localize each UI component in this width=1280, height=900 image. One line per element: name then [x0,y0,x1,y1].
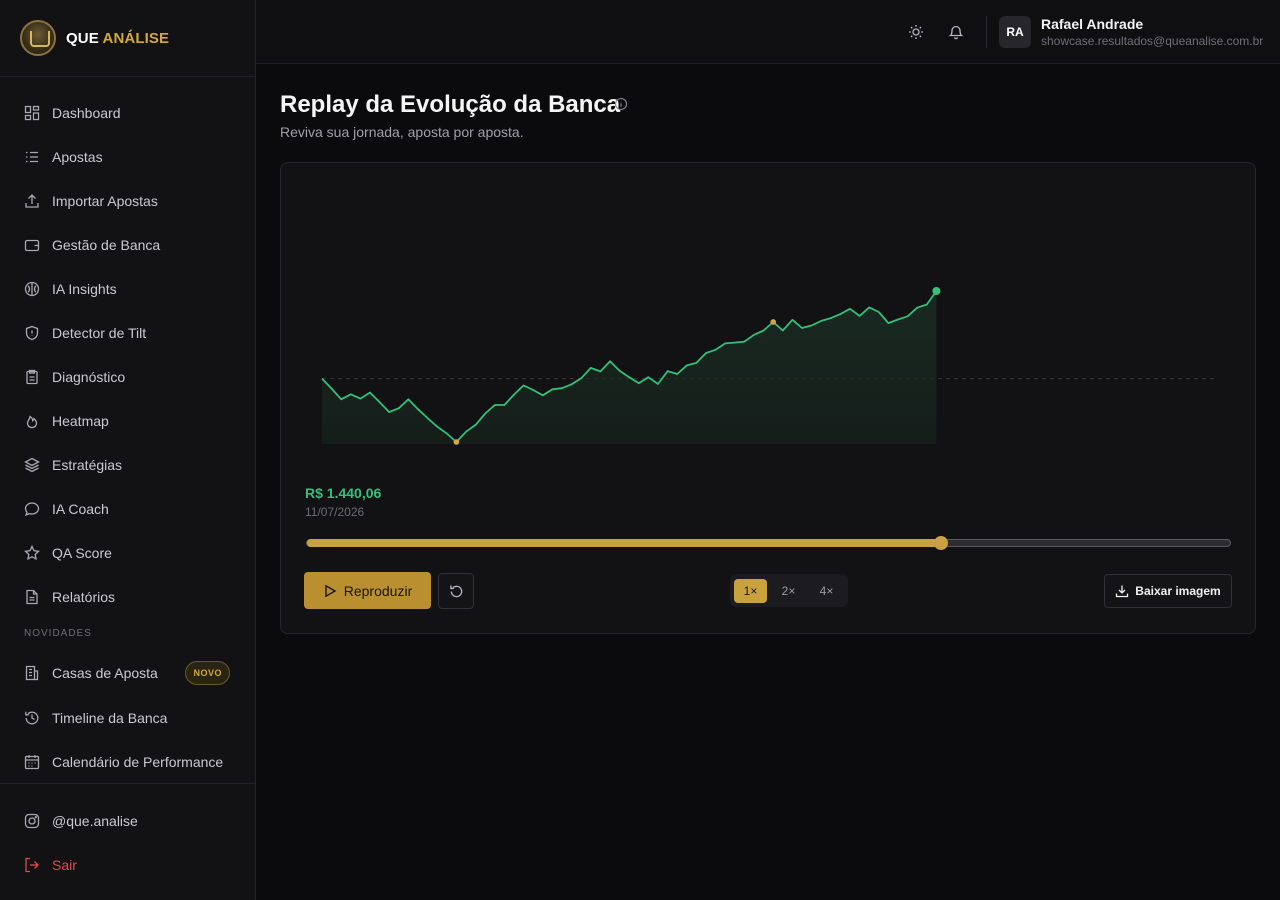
play-label: Reproduzir [343,582,413,599]
play-icon [325,584,337,597]
page-title: Replay da Evolução da Banca [280,91,621,118]
clipboard-icon [26,369,38,385]
dashboard-icon [24,105,40,121]
sidebar-item-label: Importar Apostas [52,193,158,209]
sidebar-item-label: Detector de Tilt [52,325,147,341]
flame-icon [26,415,38,429]
bankroll-chart [321,287,1215,445]
slider-thumb[interactable] [933,536,948,550]
peak-point-marker [770,319,776,325]
sidebar-item-label: Relatórios [52,589,116,605]
sidebar-item-label: Heatmap [52,413,109,429]
brand-name: QUE ANÁLISE [66,30,169,47]
brand[interactable]: QUE ANÁLISE [0,0,255,77]
current-point-marker [932,287,941,295]
wallet-icon [24,239,40,252]
sidebar-item-gestao-de-banca[interactable]: Gestão de Banca [0,223,255,267]
reset-icon [449,584,462,597]
page-subtitle: Reviva sua jornada, aposta por aposta. [280,124,524,140]
bell-icon[interactable] [948,24,964,40]
user-email: showcase.resultados@queanalise.com.br [1041,34,1264,48]
sidebar-item-heatmap[interactable]: Heatmap [0,399,255,443]
file-icon [26,589,38,605]
list-icon [26,151,38,163]
logout-button[interactable]: Sair [0,843,255,887]
chat-icon [24,502,40,517]
sidebar-item-label: QA Score [52,545,112,561]
sidebar-item-label: Gestão de Banca [52,237,161,253]
history-icon [25,711,39,725]
info-icon[interactable] [614,97,628,111]
sidebar-item-calendario-de-performance[interactable]: Calendário de Performance [0,740,255,784]
sidebar-item-importar-apostas[interactable]: Importar Apostas [0,179,255,223]
sidebar-item-label: Estratégias [52,457,123,473]
reset-button[interactable] [438,573,474,609]
instagram-icon [24,813,40,829]
replay-card: R$ 1.440,06 11/07/2026 Reproduzir 1× 2× … [280,162,1256,634]
sidebar-nav: Dashboard Apostas Importar Apostas Gestã… [0,91,255,784]
sidebar-item-diagnostico[interactable]: Diagnóstico [0,355,255,399]
slider-fill [307,539,941,547]
speed-selector: 1× 2× 4× [730,574,848,607]
brain-icon [24,281,40,297]
sidebar-item-label: IA Coach [52,501,109,517]
download-label: Baixar imagem [1135,584,1221,598]
user-name: Rafael Andrade [1041,16,1144,32]
logout-icon [25,857,39,873]
sidebar-item-relatorios[interactable]: Relatórios [0,575,255,619]
top-header: RA Rafael Andrade showcase.resultados@qu… [256,0,1280,64]
brand-part1: QUE [66,29,99,47]
sidebar-item-timeline-da-banca[interactable]: Timeline da Banca [0,696,255,740]
sidebar-item-label: Calendário de Performance [52,754,224,770]
logo-icon [20,20,56,56]
star-icon [24,545,40,561]
new-badge: NOVO [185,660,230,685]
download-icon [1116,585,1129,598]
current-bank-value: R$ 1.440,06 [305,485,382,501]
avatar[interactable]: RA [999,16,1031,48]
current-date: 11/07/2026 [305,505,365,519]
sidebar-item-apostas[interactable]: Apostas [0,135,255,179]
sidebar-item-casas-de-aposta[interactable]: Casas de Aposta NOVO [0,649,255,696]
section-label-novidades: NOVIDADES [24,628,92,639]
sidebar-item-ia-coach[interactable]: IA Coach [0,487,255,531]
sidebar-item-qa-score[interactable]: QA Score [0,531,255,575]
sidebar-item-dashboard[interactable]: Dashboard [0,91,255,135]
sidebar-footer: @que.analise Sair [0,783,255,900]
min-point-marker [453,439,460,445]
sidebar-item-label: Diagnóstico [52,369,126,385]
calendar-icon [24,755,40,770]
speed-1x-button[interactable]: 1× [734,578,767,603]
chart-area-fill [322,291,937,444]
sidebar-item-label: Timeline da Banca [52,710,168,726]
sidebar-item-label: Dashboard [52,105,121,121]
upload-icon [25,194,39,208]
sidebar-item-estrategias[interactable]: Estratégias [0,443,255,487]
replay-slider[interactable] [306,536,1231,550]
instagram-label: @que.analise [52,813,138,829]
sun-icon[interactable] [908,24,924,40]
sidebar-item-label: IA Insights [52,281,117,297]
play-button[interactable]: Reproduzir [304,572,431,609]
sidebar: QUE ANÁLISE Dashboard Apostas Importar A… [0,0,256,900]
header-divider [986,16,987,48]
building-icon [25,665,39,680]
sidebar-item-detector-de-tilt[interactable]: Detector de Tilt [0,311,255,355]
download-image-button[interactable]: Baixar imagem [1104,574,1232,608]
shield-icon [25,325,39,341]
instagram-link[interactable]: @que.analise [0,799,255,843]
sidebar-item-label: Apostas [52,149,103,165]
layers-icon [24,457,40,473]
speed-2x-button[interactable]: 2× [772,579,805,603]
sidebar-item-label: Casas de Aposta [52,664,158,681]
sidebar-item-ia-insights[interactable]: IA Insights [0,267,255,311]
brand-part2: ANÁLISE [102,29,170,47]
speed-4x-button[interactable]: 4× [810,579,843,603]
logout-label: Sair [52,857,77,873]
